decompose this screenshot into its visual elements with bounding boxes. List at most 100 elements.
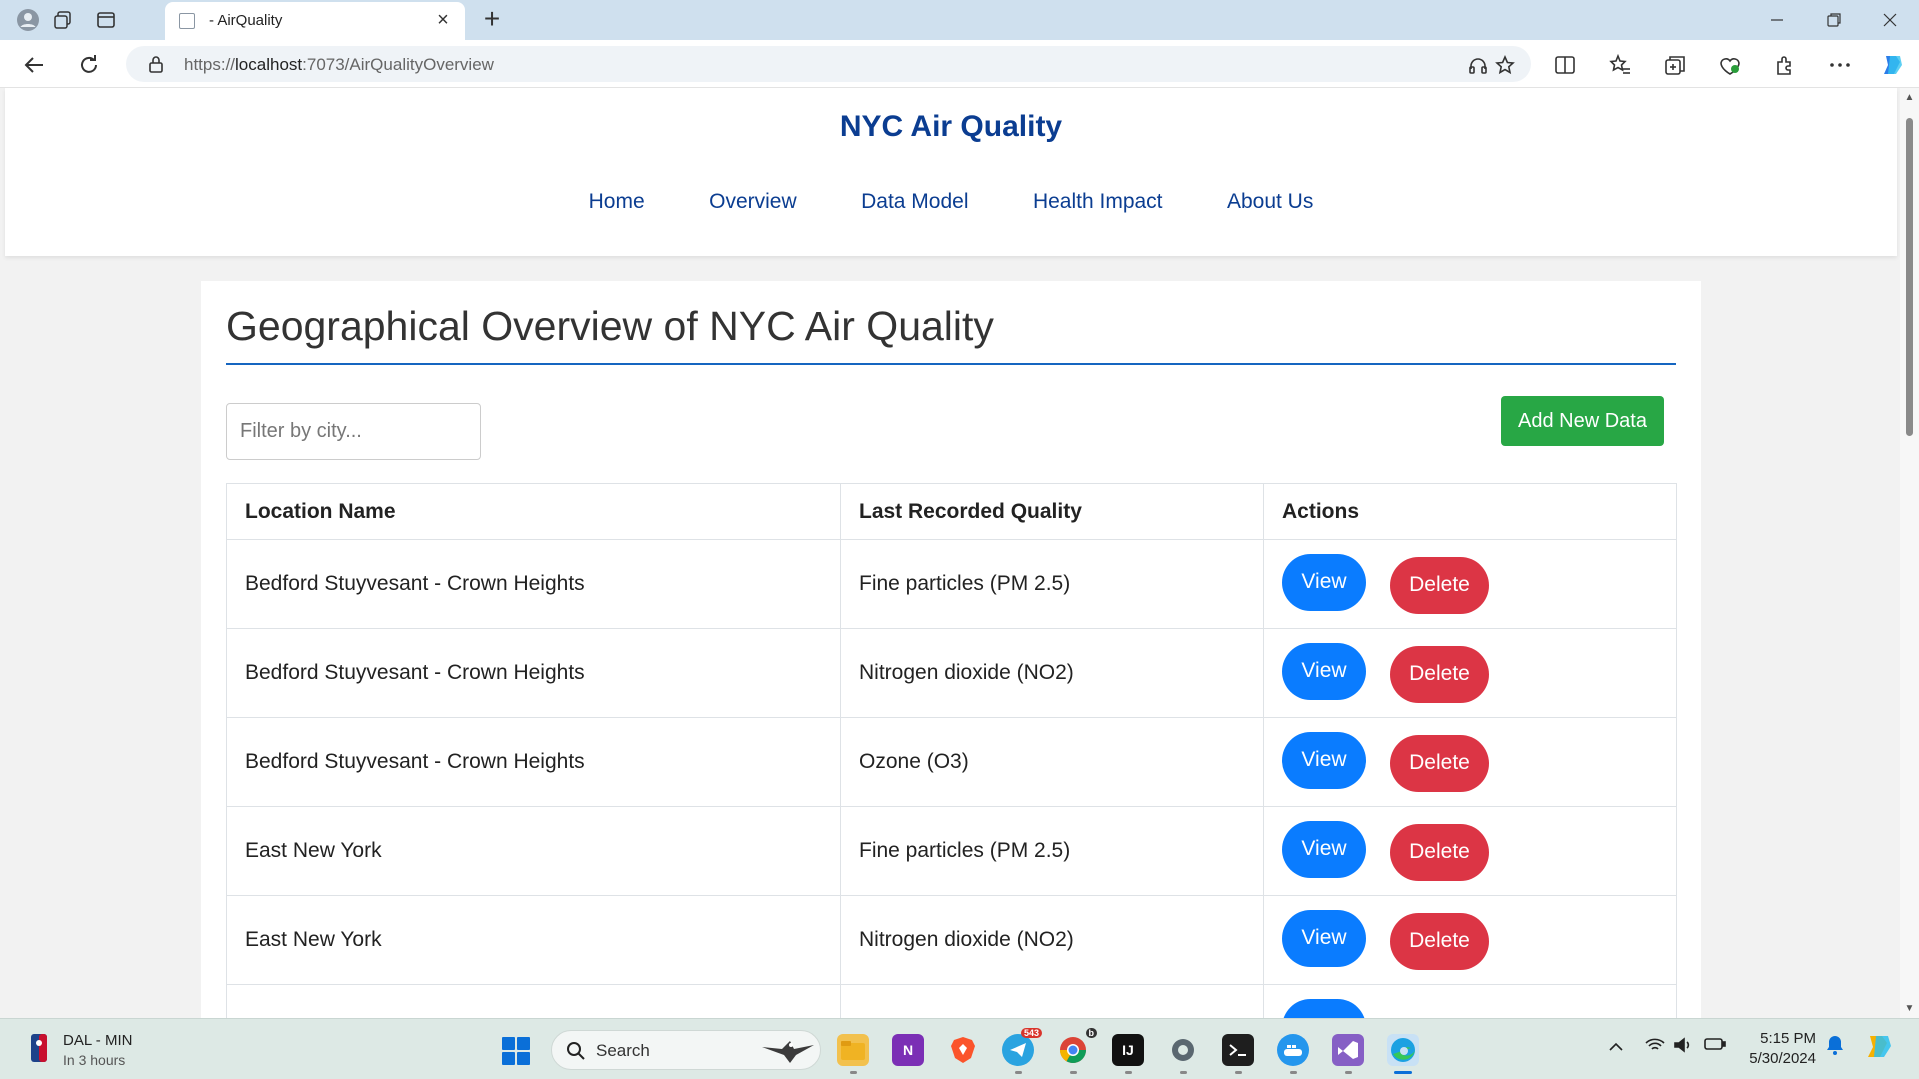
view-button[interactable] bbox=[1282, 998, 1366, 1018]
vertical-tabs-icon[interactable] bbox=[93, 7, 119, 33]
chrome-icon[interactable]: b bbox=[1057, 1028, 1097, 1074]
system-clock[interactable]: 5:15 PM 5/30/2024 bbox=[1740, 1029, 1816, 1069]
add-new-data-button[interactable]: Add New Data bbox=[1501, 396, 1664, 446]
site-nav: Home Overview Data Model Health Impact A… bbox=[5, 190, 1897, 214]
edge-icon[interactable] bbox=[1387, 1034, 1419, 1074]
scroll-down-icon[interactable]: ▼ bbox=[1904, 1003, 1915, 1014]
collections-icon[interactable] bbox=[1660, 50, 1690, 80]
air-quality-table: Location Name Last Recorded Quality Acti… bbox=[226, 483, 1677, 1018]
active-tab[interactable]: - AirQuality × bbox=[165, 2, 465, 40]
close-window-icon[interactable] bbox=[1868, 4, 1912, 36]
quality-cell: Fine particles (PM 2.5) bbox=[840, 806, 1264, 896]
settings-gear-icon[interactable] bbox=[1167, 1034, 1199, 1074]
intellij-icon[interactable]: IJ bbox=[1112, 1034, 1144, 1074]
copilot-icon[interactable] bbox=[1878, 50, 1908, 80]
nav-link-home[interactable]: Home bbox=[589, 190, 645, 214]
back-icon[interactable] bbox=[19, 50, 49, 80]
quality-cell bbox=[840, 984, 1264, 1018]
location-cell: Bedford Stuyvesant - Crown Heights bbox=[226, 717, 841, 807]
wifi-icon[interactable] bbox=[1645, 1037, 1665, 1058]
favorites-icon[interactable] bbox=[1605, 50, 1635, 80]
windows-start-icon[interactable] bbox=[502, 1037, 530, 1065]
close-tab-icon[interactable]: × bbox=[431, 8, 455, 32]
nav-link-about-us[interactable]: About Us bbox=[1227, 190, 1313, 214]
delete-button[interactable]: Delete bbox=[1390, 556, 1489, 614]
address-bar[interactable]: https://localhost:7073/AirQualityOvervie… bbox=[126, 46, 1531, 82]
column-header-quality: Last Recorded Quality bbox=[840, 483, 1264, 540]
table-row: Bedford Stuyvesant - Crown Heights Fine … bbox=[226, 539, 1677, 629]
table-row: Bedford Stuyvesant - Crown Heights Ozone… bbox=[226, 717, 1677, 807]
view-button[interactable]: View bbox=[1282, 731, 1366, 789]
weather-subtitle: In 3 hours bbox=[63, 1052, 126, 1068]
table-row: East New York Nitrogen dioxide (NO2) Vie… bbox=[226, 895, 1677, 985]
table-header-row: Location Name Last Recorded Quality Acti… bbox=[226, 483, 1677, 540]
search-highlight-eagle-icon bbox=[760, 1037, 816, 1070]
overview-card: Geographical Overview of NYC Air Quality… bbox=[201, 281, 1701, 1018]
notification-bell-icon[interactable] bbox=[1826, 1035, 1844, 1060]
docker-icon[interactable] bbox=[1277, 1034, 1309, 1074]
new-tab-icon[interactable]: + bbox=[477, 5, 507, 35]
profile-icon[interactable] bbox=[15, 7, 41, 33]
terminal-icon[interactable] bbox=[1222, 1034, 1254, 1074]
view-button[interactable]: View bbox=[1282, 642, 1366, 700]
column-header-actions: Actions bbox=[1263, 483, 1677, 540]
actions-cell: View Delete bbox=[1263, 895, 1677, 985]
restore-icon[interactable] bbox=[1812, 4, 1856, 36]
minimize-icon[interactable] bbox=[1755, 4, 1799, 36]
page-viewport: NYC Air Quality Home Overview Data Model… bbox=[0, 88, 1900, 1018]
actions-cell bbox=[1263, 984, 1677, 1018]
nav-link-health-impact[interactable]: Health Impact bbox=[1033, 190, 1163, 214]
quality-cell: Fine particles (PM 2.5) bbox=[840, 539, 1264, 629]
delete-button[interactable]: Delete bbox=[1390, 734, 1489, 792]
nav-link-data-model[interactable]: Data Model bbox=[861, 190, 968, 214]
show-hidden-icons-chevron-icon[interactable] bbox=[1609, 1039, 1623, 1057]
actions-cell: View Delete bbox=[1263, 806, 1677, 896]
weather-title[interactable]: DAL - MIN bbox=[63, 1032, 132, 1049]
city-filter-input[interactable] bbox=[226, 403, 481, 460]
tab-title: - AirQuality bbox=[209, 12, 283, 29]
table-row bbox=[226, 984, 1677, 1018]
volume-icon[interactable] bbox=[1674, 1037, 1692, 1058]
delete-button[interactable]: Delete bbox=[1390, 645, 1489, 703]
telegram-icon[interactable]: 543 bbox=[1002, 1028, 1042, 1074]
location-cell bbox=[226, 984, 841, 1018]
favorite-star-icon[interactable] bbox=[1494, 54, 1516, 76]
visual-studio-icon[interactable] bbox=[1332, 1034, 1364, 1074]
refresh-icon[interactable] bbox=[74, 50, 104, 80]
delete-button[interactable]: Delete bbox=[1390, 823, 1489, 881]
workspaces-icon[interactable] bbox=[50, 7, 76, 33]
view-button[interactable]: View bbox=[1282, 909, 1366, 967]
scroll-up-icon[interactable]: ▲ bbox=[1904, 92, 1915, 103]
page-scrollbar[interactable]: ▲ ▼ bbox=[1900, 88, 1919, 1018]
read-aloud-icon[interactable] bbox=[1467, 54, 1489, 76]
battery-icon[interactable] bbox=[1704, 1037, 1726, 1056]
browser-essentials-icon[interactable] bbox=[1715, 50, 1745, 80]
scrollbar-thumb[interactable] bbox=[1906, 118, 1913, 436]
location-cell: East New York bbox=[226, 806, 841, 896]
file-explorer-icon[interactable] bbox=[837, 1034, 869, 1074]
more-options-icon[interactable] bbox=[1825, 50, 1855, 80]
nba-logo-icon[interactable] bbox=[30, 1033, 48, 1068]
view-button[interactable]: View bbox=[1282, 820, 1366, 878]
delete-button[interactable]: Delete bbox=[1390, 912, 1489, 970]
page-favicon-icon bbox=[179, 13, 195, 29]
url-path: :7073/AirQualityOverview bbox=[302, 55, 494, 74]
lock-icon[interactable] bbox=[148, 55, 164, 78]
site-title: NYC Air Quality bbox=[839, 110, 1063, 143]
brave-browser-icon[interactable] bbox=[947, 1034, 979, 1066]
nav-link-overview[interactable]: Overview bbox=[709, 190, 797, 214]
view-button[interactable]: View bbox=[1282, 553, 1366, 611]
browser-tab-bar: - AirQuality × + bbox=[0, 0, 1919, 40]
onenote-icon[interactable]: N bbox=[892, 1034, 924, 1066]
copilot-taskbar-icon[interactable] bbox=[1864, 1031, 1894, 1066]
location-cell: East New York bbox=[226, 895, 841, 985]
quality-cell: Ozone (O3) bbox=[840, 717, 1264, 807]
extensions-icon[interactable] bbox=[1770, 50, 1800, 80]
telegram-badge: 543 bbox=[1020, 1028, 1042, 1038]
taskbar-search[interactable]: Search bbox=[551, 1030, 821, 1070]
split-screen-icon[interactable] bbox=[1550, 50, 1580, 80]
quality-cell: Nitrogen dioxide (NO2) bbox=[840, 895, 1264, 985]
quality-cell: Nitrogen dioxide (NO2) bbox=[840, 628, 1264, 718]
column-header-location: Location Name bbox=[226, 483, 841, 540]
url-text[interactable]: https://localhost:7073/AirQualityOvervie… bbox=[184, 55, 494, 75]
